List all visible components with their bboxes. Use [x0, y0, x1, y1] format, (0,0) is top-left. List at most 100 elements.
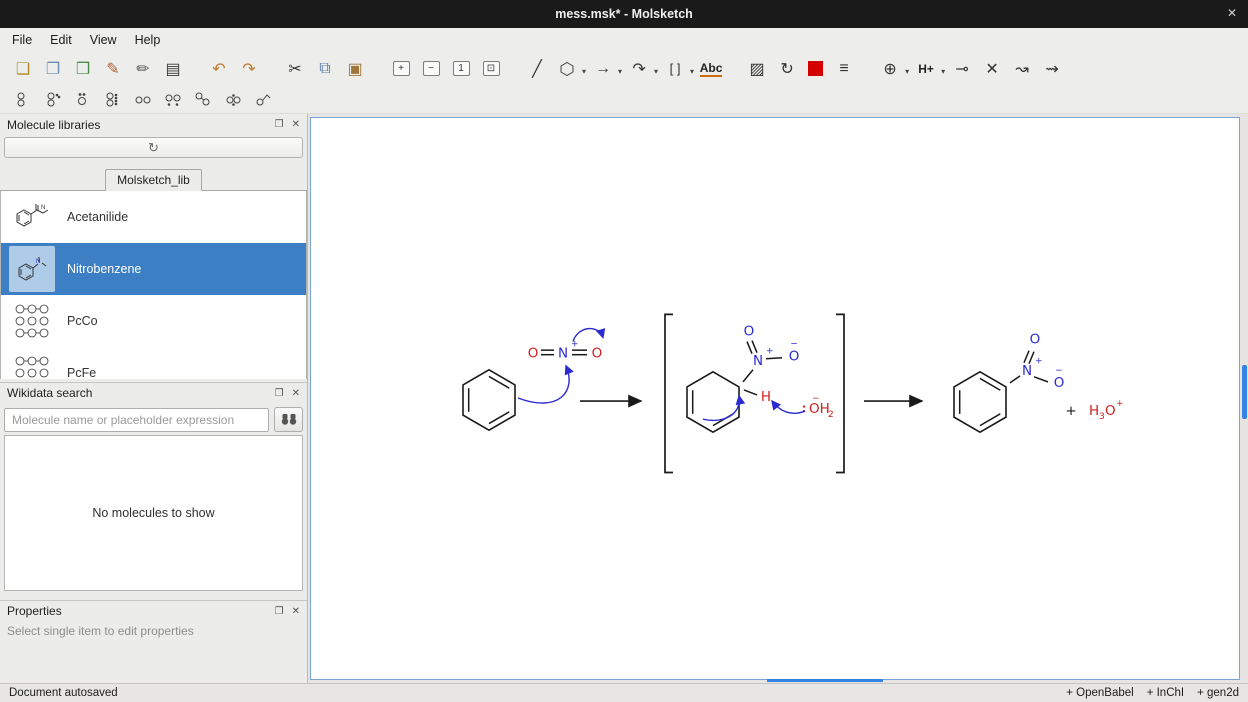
current-color-swatch[interactable] — [808, 61, 823, 76]
nitronium-o2[interactable]: O — [592, 346, 603, 362]
text-tool-icon[interactable]: Abc — [699, 57, 723, 81]
libraries-close-icon[interactable]: ✕ — [292, 119, 300, 130]
electron-arrow-ring-to-n[interactable] — [518, 366, 569, 403]
mechanism-pen-2-icon[interactable]: ⇝ — [1040, 57, 1064, 81]
nitronium-n[interactable]: N — [558, 346, 568, 362]
menu-view[interactable]: View — [81, 30, 126, 50]
open-file-icon[interactable]: ❐ — [41, 57, 65, 81]
arrow-dropdown-icon[interactable]: ▾ — [618, 67, 622, 76]
template-tool-icon-5[interactable] — [131, 88, 155, 112]
bracket-right[interactable] — [836, 314, 844, 472]
product-o-side[interactable]: O — [1054, 375, 1065, 391]
product-nitrobenzene[interactable]: N + O O − — [954, 332, 1064, 433]
nitrobenzene-structure-icon: N — [9, 246, 55, 292]
wikidata-search-input[interactable] — [4, 408, 269, 432]
charge-dropdown-icon[interactable]: ▾ — [905, 67, 909, 76]
template-tool-icon-8[interactable] — [221, 88, 245, 112]
mechanism-pen-1-icon[interactable]: ↝ — [1010, 57, 1034, 81]
menu-help[interactable]: Help — [126, 30, 170, 50]
water-base[interactable]: OH 2 − — [803, 394, 834, 420]
drawing-canvas[interactable]: O N + O — [310, 117, 1240, 680]
template-tool-icon-7[interactable] — [191, 88, 215, 112]
template-tool-icon-1[interactable] — [11, 88, 35, 112]
wikidata-float-icon[interactable]: ❐ — [275, 388, 284, 399]
electron-arrow-water-to-h[interactable] — [772, 401, 805, 413]
line-width-icon[interactable]: ≡ — [832, 57, 856, 81]
molecule-library-list: N Acetanilide N Nitrobenzene PcCo — [0, 191, 307, 379]
undo-icon[interactable]: ↶ — [207, 57, 231, 81]
main-toolbar: ❏ ❐ ❒ ✎ ✏ ▤ ↶ ↷ ✂ ⧉ ▣ + − 1 ⊡ ╱ ▾ →▾ ↷▾ … — [0, 51, 1248, 86]
nitronium-ion[interactable]: O N + O — [528, 340, 603, 362]
wikidata-search-button[interactable] — [274, 407, 303, 432]
new-document-icon[interactable]: ❏ — [11, 57, 35, 81]
hatch-tool-icon[interactable]: ▨ — [745, 57, 769, 81]
delete-tool-icon[interactable]: ✕ — [980, 57, 1004, 81]
library-tabstrip: Molsketch_lib — [0, 169, 307, 191]
hydrogen-dropdown-icon[interactable]: ▾ — [941, 67, 945, 76]
hydronium-h[interactable]: H — [1089, 403, 1099, 419]
properties-float-icon[interactable]: ❐ — [275, 606, 284, 617]
refresh-icon: ↻ — [148, 140, 159, 156]
horizontal-scrollbar[interactable] — [767, 679, 883, 682]
template-tool-icon-6[interactable] — [161, 88, 185, 112]
product-n[interactable]: N — [1022, 363, 1032, 379]
hydronium-o[interactable]: O — [1105, 403, 1116, 419]
refresh-libraries-button[interactable]: ↻ — [4, 137, 303, 158]
arenium-h[interactable]: H — [761, 389, 771, 405]
status-toggle-gen2d[interactable]: + gen2d — [1197, 687, 1239, 699]
nitronium-o1[interactable]: O — [528, 346, 539, 362]
save-icon[interactable]: ❒ — [71, 57, 95, 81]
menu-file[interactable]: File — [3, 30, 41, 50]
status-toggle-openbabel[interactable]: + OpenBabel — [1066, 687, 1133, 699]
reaction-arrow-tool-icon[interactable]: → — [591, 57, 615, 81]
connect-tool-icon[interactable]: ⊸ — [950, 57, 974, 81]
print-icon[interactable]: ▤ — [161, 57, 185, 81]
optimize-structure-icon[interactable]: ↻ — [775, 57, 799, 81]
close-icon[interactable]: ✕ — [1227, 6, 1237, 20]
arenium-o-top[interactable]: O — [744, 324, 755, 340]
ring-dropdown-icon[interactable]: ▾ — [582, 67, 586, 76]
libraries-float-icon[interactable]: ❐ — [275, 119, 284, 130]
bracket-dropdown-icon[interactable]: ▾ — [690, 67, 694, 76]
list-item-acetanilide[interactable]: N Acetanilide — [1, 191, 306, 243]
electron-arrow-ring-to-h[interactable] — [703, 396, 739, 420]
template-tool-icon-9[interactable] — [251, 88, 275, 112]
bracket-tool-icon[interactable]: [ ] — [663, 57, 687, 81]
vertical-scrollbar[interactable] — [1242, 365, 1247, 419]
product-o-top[interactable]: O — [1030, 332, 1041, 348]
zoom-in-icon[interactable]: + — [389, 57, 413, 81]
paste-icon[interactable]: ▣ — [343, 57, 367, 81]
reactant-benzene[interactable] — [463, 370, 515, 430]
template-tool-icon-2[interactable] — [41, 88, 65, 112]
list-item-pcco[interactable]: PcCo — [1, 295, 306, 347]
mechanism-dropdown-icon[interactable]: ▾ — [654, 67, 658, 76]
list-item-pcfe[interactable]: PcFe — [1, 347, 306, 379]
ring-tool-icon[interactable] — [555, 57, 579, 81]
copy-icon[interactable]: ⧉ — [313, 57, 337, 81]
redo-icon[interactable]: ↷ — [237, 57, 261, 81]
save-as-icon[interactable]: ✎ — [101, 57, 125, 81]
arenium-intermediate[interactable]: N + O O − H — [687, 324, 799, 433]
template-tool-icon-3[interactable] — [71, 88, 95, 112]
hydrogen-tool-icon[interactable]: H+ — [914, 57, 938, 81]
list-item-nitrobenzene[interactable]: N Nitrobenzene — [1, 243, 306, 295]
charge-tool-icon[interactable]: ⊕ — [878, 57, 902, 81]
mechanism-arrow-tool-icon[interactable]: ↷ — [627, 57, 651, 81]
cut-icon[interactable]: ✂ — [283, 57, 307, 81]
arenium-o-side[interactable]: O — [789, 349, 800, 365]
draw-bond-icon[interactable]: ╱ — [525, 57, 549, 81]
hydronium-charge: + — [1116, 399, 1124, 409]
properties-close-icon[interactable]: ✕ — [292, 606, 300, 617]
zoom-original-icon[interactable]: 1 — [449, 57, 473, 81]
bracket-left[interactable] — [665, 314, 673, 472]
wikidata-close-icon[interactable]: ✕ — [292, 388, 300, 399]
arenium-n[interactable]: N — [753, 353, 763, 369]
zoom-out-icon[interactable]: − — [419, 57, 443, 81]
zoom-fit-icon[interactable]: ⊡ — [479, 57, 503, 81]
hydronium-ion[interactable]: H 3 O + — [1089, 399, 1124, 422]
status-toggle-inchi[interactable]: + InChI — [1147, 687, 1184, 699]
tab-molsketch-lib[interactable]: Molsketch_lib — [105, 169, 202, 191]
menu-edit[interactable]: Edit — [41, 30, 81, 50]
template-tool-icon-4[interactable] — [101, 88, 125, 112]
export-icon[interactable]: ✏ — [131, 57, 155, 81]
